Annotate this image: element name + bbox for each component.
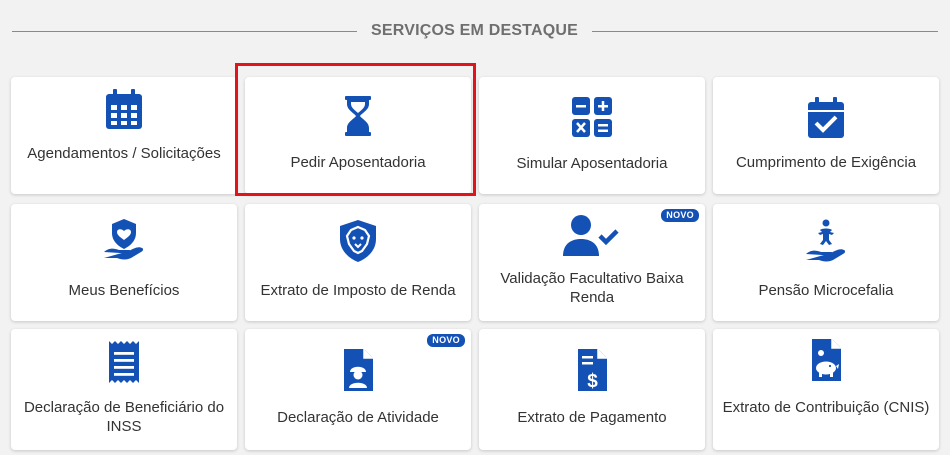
card-label: Simular Aposentadoria	[516, 155, 668, 172]
hourglass-icon	[335, 93, 381, 139]
card-label: Meus Benefícios	[68, 282, 180, 299]
document-dollar-icon: $	[569, 347, 615, 393]
card-label: Cumprimento de Exigência	[735, 154, 917, 171]
card-label: Declaração de Beneficiário do INSS	[23, 399, 225, 435]
header-divider-left	[12, 31, 357, 32]
card-validacao-facultativo-baixa-renda[interactable]: NOVO Validação Facultativo Baixa Renda	[479, 204, 705, 321]
card-label: Extrato de Contribuição (CNIS)	[722, 399, 930, 416]
novo-badge: NOVO	[661, 209, 699, 222]
card-label: Validação Facultativo Baixa Renda	[500, 270, 684, 306]
card-label: Pensão Microcefalia	[758, 282, 894, 299]
hand-baby-icon	[803, 218, 849, 264]
card-extrato-pagamento[interactable]: $ Extrato de Pagamento	[479, 329, 705, 450]
receipt-icon	[101, 339, 147, 385]
calendar-grid-icon	[101, 86, 147, 132]
card-simular-aposentadoria[interactable]: Simular Aposentadoria	[479, 77, 705, 194]
user-check-icon	[561, 212, 619, 258]
card-extrato-imposto-renda[interactable]: Extrato de Imposto de Renda	[245, 204, 471, 321]
card-label: Extrato de Imposto de Renda	[260, 282, 456, 299]
document-piggy-bank-icon	[803, 337, 849, 383]
card-label: Pedir Aposentadoria	[290, 154, 426, 171]
svg-text:$: $	[587, 371, 598, 392]
calculator-icon	[569, 94, 615, 140]
calendar-check-icon	[803, 95, 849, 141]
novo-badge: NOVO	[427, 334, 465, 347]
lion-shield-icon	[335, 218, 381, 264]
card-declaracao-beneficiario-inss[interactable]: Declaração de Beneficiário do INSS	[11, 329, 237, 450]
card-label: Declaração de Atividade	[277, 409, 439, 426]
hand-heart-shield-icon	[101, 216, 147, 262]
document-worker-icon	[335, 347, 381, 393]
card-cumprimento-exigencia[interactable]: Cumprimento de Exigência	[713, 77, 939, 194]
card-label: Extrato de Pagamento	[517, 409, 667, 426]
card-meus-beneficios[interactable]: Meus Benefícios	[11, 204, 237, 321]
card-label: Agendamentos / Solicitações	[27, 145, 221, 162]
card-pedir-aposentadoria[interactable]: Pedir Aposentadoria	[245, 77, 471, 194]
card-declaracao-atividade[interactable]: NOVO Declaração de Atividade	[245, 329, 471, 450]
section-title: SERVIÇOS EM DESTAQUE	[371, 22, 578, 39]
card-pensao-microcefalia[interactable]: Pensão Microcefalia	[713, 204, 939, 321]
header-divider-right	[592, 31, 938, 32]
card-agendamentos-solicitacoes[interactable]: Agendamentos / Solicitações	[11, 77, 237, 194]
card-extrato-contribuicao-cnis[interactable]: Extrato de Contribuição (CNIS)	[713, 329, 939, 450]
section-header: SERVIÇOS EM DESTAQUE	[0, 18, 950, 46]
